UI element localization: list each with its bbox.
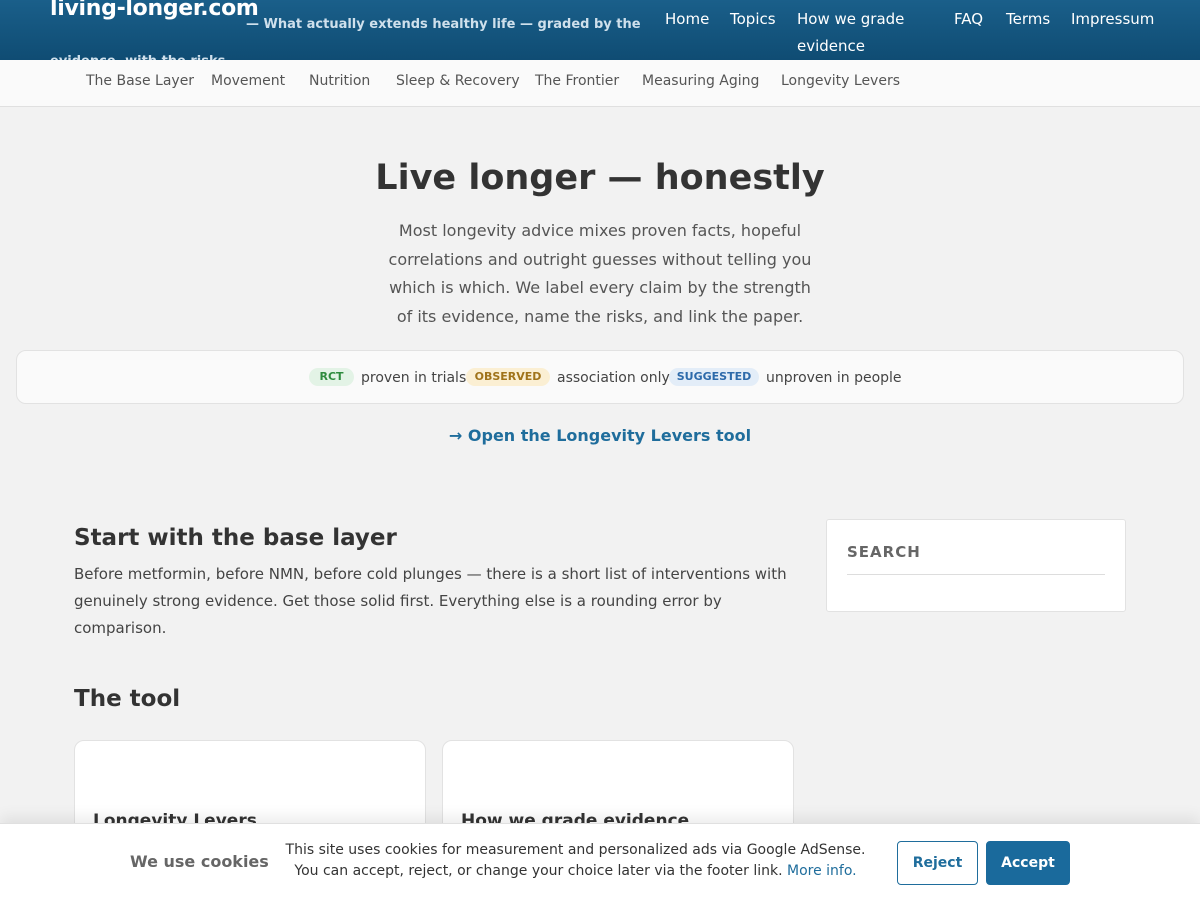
nav-how-we-grade[interactable]: How we grade evidence	[797, 6, 917, 60]
nav-terms[interactable]: Terms	[1006, 6, 1050, 33]
category-measuring-aging[interactable]: Measuring Aging	[642, 73, 759, 89]
hero-text: Most longevity advice mixes proven facts…	[388, 221, 812, 326]
more-info-link[interactable]: More info.	[787, 863, 857, 879]
cookie-title: We use cookies	[130, 852, 269, 871]
reject-button[interactable]: Reject	[897, 841, 978, 885]
base-layer-heading: Start with the base layer	[74, 525, 397, 551]
cookie-message: This site uses cookies for measurement a…	[285, 842, 866, 879]
search-label: SEARCH	[847, 543, 921, 561]
hero-title: Live longer — honestly	[375, 158, 825, 198]
tool-heading: The tool	[74, 686, 181, 712]
base-layer-text: Before metformin, before NMN, before col…	[74, 565, 787, 637]
nav-impressum[interactable]: Impressum	[1071, 6, 1154, 33]
category-movement[interactable]: Movement	[211, 73, 285, 89]
nav-topics[interactable]: Topics	[730, 6, 776, 33]
category-nutrition[interactable]: Nutrition	[309, 73, 370, 89]
category-base-layer[interactable]: The Base Layer	[86, 73, 194, 89]
category-nav: The Base Layer Movement Nutrition Sleep …	[0, 60, 1200, 107]
cookie-text: This site uses cookies for measurement a…	[278, 840, 873, 882]
cookie-banner: We use cookies This site uses cookies fo…	[0, 823, 1200, 900]
suggested-badge: SUGGESTED	[669, 368, 759, 386]
accept-button[interactable]: Accept	[986, 841, 1070, 885]
nav-home[interactable]: Home	[665, 6, 709, 33]
search-widget: SEARCH	[826, 519, 1126, 612]
rct-badge: RCT	[309, 368, 354, 386]
category-frontier[interactable]: The Frontier	[535, 73, 619, 89]
site-header: living-longer.com — What actually extend…	[0, 0, 1200, 69]
search-divider	[847, 574, 1105, 575]
category-longevity-levers[interactable]: Longevity Levers	[781, 73, 900, 89]
observed-badge: OBSERVED	[466, 368, 550, 386]
suggested-label: unproven in people	[766, 370, 902, 386]
evidence-legend: RCT proven in trials OBSERVED associatio…	[16, 350, 1184, 404]
rct-label: proven in trials	[361, 370, 467, 386]
category-sleep-recovery[interactable]: Sleep & Recovery	[396, 73, 520, 89]
observed-label: association only	[557, 370, 670, 386]
open-tool-link[interactable]: → Open the Longevity Levers tool	[0, 426, 1200, 445]
nav-faq[interactable]: FAQ	[954, 6, 983, 33]
